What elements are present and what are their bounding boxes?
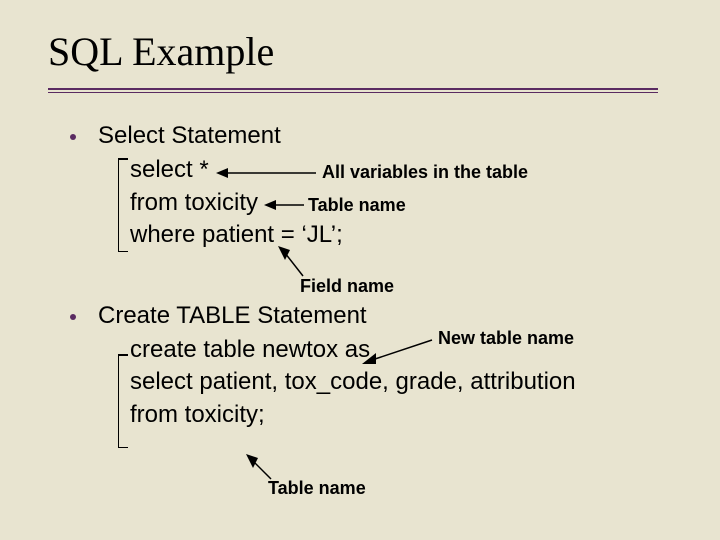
bullet-marker <box>70 134 76 140</box>
bullet-2-line2: select patient, tox_code, grade, attribu… <box>130 366 680 398</box>
bullet-1-head: Select Statement <box>98 120 281 152</box>
arrow-table-name-1 <box>264 198 304 212</box>
bracket-1 <box>118 158 119 252</box>
arrow-new-table-name <box>362 338 434 366</box>
arrow-all-variables <box>216 166 316 180</box>
bullet-marker <box>70 314 76 320</box>
arrow-field-name <box>278 246 308 280</box>
annotation-new-table-name: New table name <box>438 328 574 349</box>
bullet-1-line3: where patient = ‘JL’; <box>130 219 680 251</box>
bullet-2-line3: from toxicity; <box>130 399 680 431</box>
bracket-2 <box>118 354 119 448</box>
annotation-table-name-2: Table name <box>268 478 366 499</box>
arrow-table-name-2 <box>246 454 276 484</box>
annotation-all-variables: All variables in the table <box>322 162 528 183</box>
annotation-table-name-1: Table name <box>308 195 406 216</box>
bullet-2: Create TABLE Statement <box>70 300 680 332</box>
title-rule-bot <box>48 92 658 93</box>
bullet-2-head: Create TABLE Statement <box>98 300 367 332</box>
annotation-field-name: Field name <box>300 276 394 297</box>
title-rule-top <box>48 88 658 90</box>
bullet-1: Select Statement <box>70 120 680 152</box>
page-title: SQL Example <box>48 28 274 75</box>
